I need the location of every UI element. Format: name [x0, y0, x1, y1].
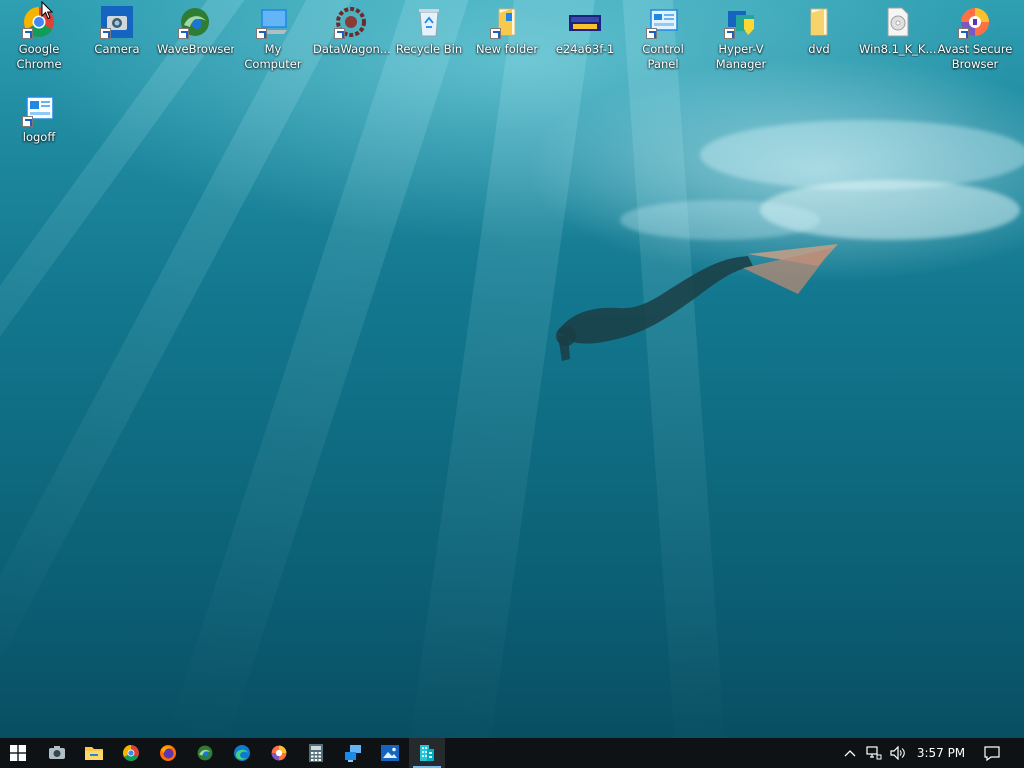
taskbar-building-app-button[interactable] — [409, 738, 445, 768]
shortcut-arrow-icon — [178, 28, 189, 39]
photos-icon — [381, 745, 399, 761]
shortcut-arrow-icon — [22, 116, 33, 127]
shortcut-arrow-icon — [22, 28, 33, 39]
notification-icon — [984, 745, 1000, 761]
camera-icon — [100, 5, 134, 39]
taskbar: 3:57 PM — [0, 738, 1024, 768]
recycle-bin-icon — [412, 5, 446, 39]
desktop-icon-wavebrowser[interactable]: WaveBrowser — [156, 0, 234, 74]
desktop-icon-logoff[interactable]: logoff — [0, 88, 78, 162]
desktop-icon-label: Avast Secure Browser — [937, 42, 1013, 71]
desktop-icon-new-folder[interactable]: New folder — [468, 0, 546, 74]
chrome-icon — [123, 745, 139, 761]
taskbar-remote-desktop-button[interactable] — [335, 738, 371, 768]
taskbar-chrome-button[interactable] — [113, 738, 149, 768]
taskbar-camera-button[interactable] — [39, 738, 75, 768]
light-ray — [620, 0, 728, 738]
desktop-icon-label: DataWagon... — [313, 42, 390, 56]
desktop-icon-label: Google Chrome — [16, 42, 62, 71]
desktop-icon-label: Hyper-V Manager — [715, 42, 767, 71]
volume-icon — [890, 746, 905, 760]
desktop-icon-label: Camera — [94, 42, 140, 56]
mouse-cursor-icon — [41, 1, 53, 20]
desktop-icon-label: Win8.1_K_K... — [859, 42, 936, 56]
remote-desktop-icon — [345, 745, 361, 762]
tray-network[interactable] — [862, 738, 886, 768]
building-app-icon — [420, 745, 434, 761]
desktop-icon-label: logoff — [22, 130, 56, 144]
avast-browser-icon — [958, 5, 992, 39]
desktop-icon-dvd[interactable]: dvd — [780, 0, 858, 74]
desktop-icon-e24a63f-1[interactable]: e24a63f-1 — [546, 0, 624, 74]
chevron-up-icon — [844, 750, 856, 757]
wavebrowser-icon — [178, 5, 212, 39]
taskbar-edge-button[interactable] — [224, 738, 260, 768]
image-file-icon — [568, 5, 602, 39]
taskbar-file-explorer-button[interactable] — [76, 738, 112, 768]
shortcut-arrow-icon — [256, 28, 267, 39]
desktop-icon-hyper-v-manager[interactable]: Hyper-V Manager — [702, 0, 780, 74]
desktop-icon-label: WaveBrowser — [157, 42, 234, 56]
shortcut-arrow-icon — [646, 28, 657, 39]
desktop-icon-google-chrome[interactable]: Google Chrome — [0, 0, 78, 74]
desktop-background[interactable]: Google Chrome Camera WaveBrowser My Comp… — [0, 0, 1024, 738]
taskbar-clock[interactable]: 3:57 PM — [910, 738, 972, 768]
wavebrowser-icon — [197, 745, 213, 761]
avast-browser-icon — [271, 745, 287, 761]
computer-icon — [256, 5, 290, 39]
hyperv-icon — [724, 5, 758, 39]
logoff-icon — [22, 93, 56, 127]
desktop-icon-label: e24a63f-1 — [555, 42, 615, 56]
folder-icon — [802, 5, 836, 39]
taskbar-avast-browser-button[interactable] — [261, 738, 297, 768]
desktop-icon-label: My Computer — [244, 42, 302, 71]
control-panel-icon — [646, 5, 680, 39]
desktop-icon-label: dvd — [808, 42, 830, 56]
diver-silhouette — [556, 244, 838, 361]
desktop-icon-datawagon[interactable]: DataWagon... — [312, 0, 390, 74]
calculator-icon — [309, 744, 323, 762]
disc-image-icon — [880, 5, 914, 39]
tray-volume[interactable] — [886, 738, 910, 768]
taskbar-wavebrowser-button[interactable] — [187, 738, 223, 768]
start-button[interactable] — [0, 738, 36, 768]
network-icon — [866, 746, 882, 760]
windows-start-icon — [10, 745, 26, 761]
folder-icon — [490, 5, 524, 39]
taskbar-firefox-button[interactable] — [150, 738, 186, 768]
surface-foam — [620, 200, 820, 240]
file-explorer-icon — [85, 747, 103, 760]
shortcut-arrow-icon — [724, 28, 735, 39]
desktop-icon-recycle-bin[interactable]: Recycle Bin — [390, 0, 468, 74]
desktop-icon-label: Recycle Bin — [395, 42, 463, 56]
taskbar-photos-button[interactable] — [372, 738, 408, 768]
desktop-icon-control-panel[interactable]: Control Panel — [624, 0, 702, 74]
desktop-icon-label: New folder — [475, 42, 539, 56]
shortcut-arrow-icon — [100, 28, 111, 39]
desktop-icon-my-computer[interactable]: My Computer — [234, 0, 312, 74]
shortcut-arrow-icon — [490, 28, 501, 39]
surface-foam — [700, 120, 1024, 190]
firefox-icon — [160, 745, 176, 761]
taskbar-calculator-button[interactable] — [298, 738, 334, 768]
desktop-icon-camera[interactable]: Camera — [78, 0, 156, 74]
edge-icon — [234, 745, 250, 761]
shortcut-arrow-icon — [958, 28, 969, 39]
tray-overflow-chevron[interactable] — [838, 738, 862, 768]
notification-center-button[interactable] — [978, 738, 1006, 768]
camera-icon — [49, 746, 65, 759]
light-ray — [406, 0, 600, 738]
shortcut-arrow-icon — [334, 28, 345, 39]
desktop-icon-avast-secure-browser[interactable]: Avast Secure Browser — [936, 0, 1014, 74]
desktop-icon-label: Control Panel — [642, 42, 684, 71]
datawagon-icon — [334, 5, 368, 39]
desktop-icon-win81-iso[interactable]: Win8.1_K_K... — [858, 0, 936, 74]
